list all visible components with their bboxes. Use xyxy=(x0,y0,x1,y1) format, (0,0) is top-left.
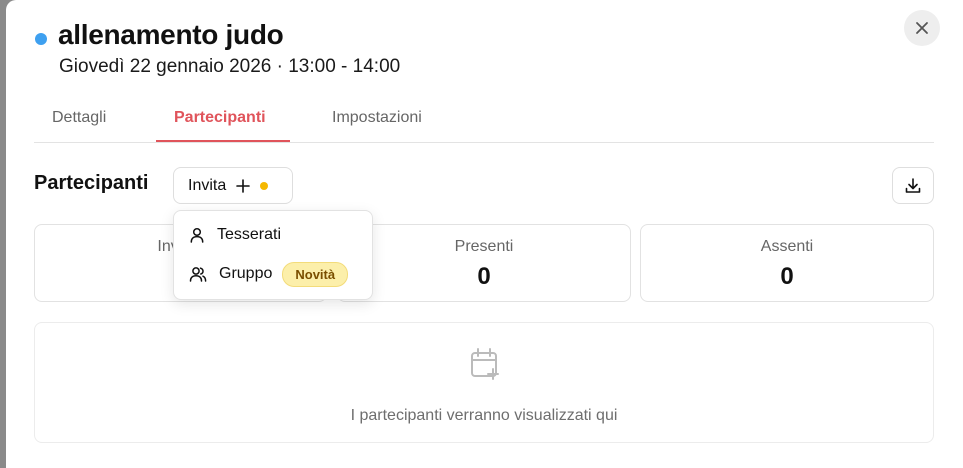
stat-label: Presenti xyxy=(454,238,514,255)
invite-dropdown-menu: Tesserati Gruppo Novità xyxy=(173,210,373,300)
event-datetime: Giovedì 22 gennaio 2026 · 13:00 - 14:00 xyxy=(59,56,401,77)
menu-item-label: Tesserati xyxy=(217,226,282,243)
event-title: allenamento judo xyxy=(58,19,284,50)
plus-icon xyxy=(236,178,251,193)
menu-item-tesserati[interactable]: Tesserati xyxy=(174,217,372,253)
tab-bar: Dettagli Partecipanti Impostazioni xyxy=(34,100,934,143)
stat-value: 0 xyxy=(477,263,491,290)
invite-label: Invita xyxy=(188,176,227,194)
users-icon xyxy=(189,267,207,282)
invite-button[interactable]: Invita xyxy=(173,167,293,204)
active-tab-indicator xyxy=(156,140,290,142)
event-modal: allenamento judo Giovedì 22 gennaio 2026… xyxy=(6,0,963,468)
stat-card-presenti: Presenti 0 xyxy=(337,224,631,302)
calendar-plus-icon xyxy=(471,348,499,380)
event-color-dot xyxy=(35,33,47,45)
download-icon xyxy=(905,177,921,193)
menu-item-label: Gruppo xyxy=(219,265,273,282)
close-button[interactable] xyxy=(904,10,940,46)
empty-state-text: I partecipanti verranno visualizzati qui xyxy=(350,407,618,424)
user-icon xyxy=(190,227,204,243)
section-title: Partecipanti xyxy=(34,172,149,194)
close-icon xyxy=(916,22,928,34)
stat-card-assenti: Assenti 0 xyxy=(640,224,934,302)
stat-label: Assenti xyxy=(760,238,814,255)
tab-impostazioni[interactable]: Impostazioni xyxy=(332,109,422,127)
tab-partecipanti[interactable]: Partecipanti xyxy=(174,109,266,127)
new-indicator-dot xyxy=(260,181,269,190)
tab-dettagli[interactable]: Dettagli xyxy=(52,109,106,127)
empty-state: I partecipanti verranno visualizzati qui xyxy=(34,322,934,443)
new-badge: Novità xyxy=(282,261,349,287)
stat-value: 0 xyxy=(780,263,794,290)
menu-item-gruppo[interactable]: Gruppo Novità xyxy=(174,256,372,292)
download-button[interactable] xyxy=(892,167,934,204)
